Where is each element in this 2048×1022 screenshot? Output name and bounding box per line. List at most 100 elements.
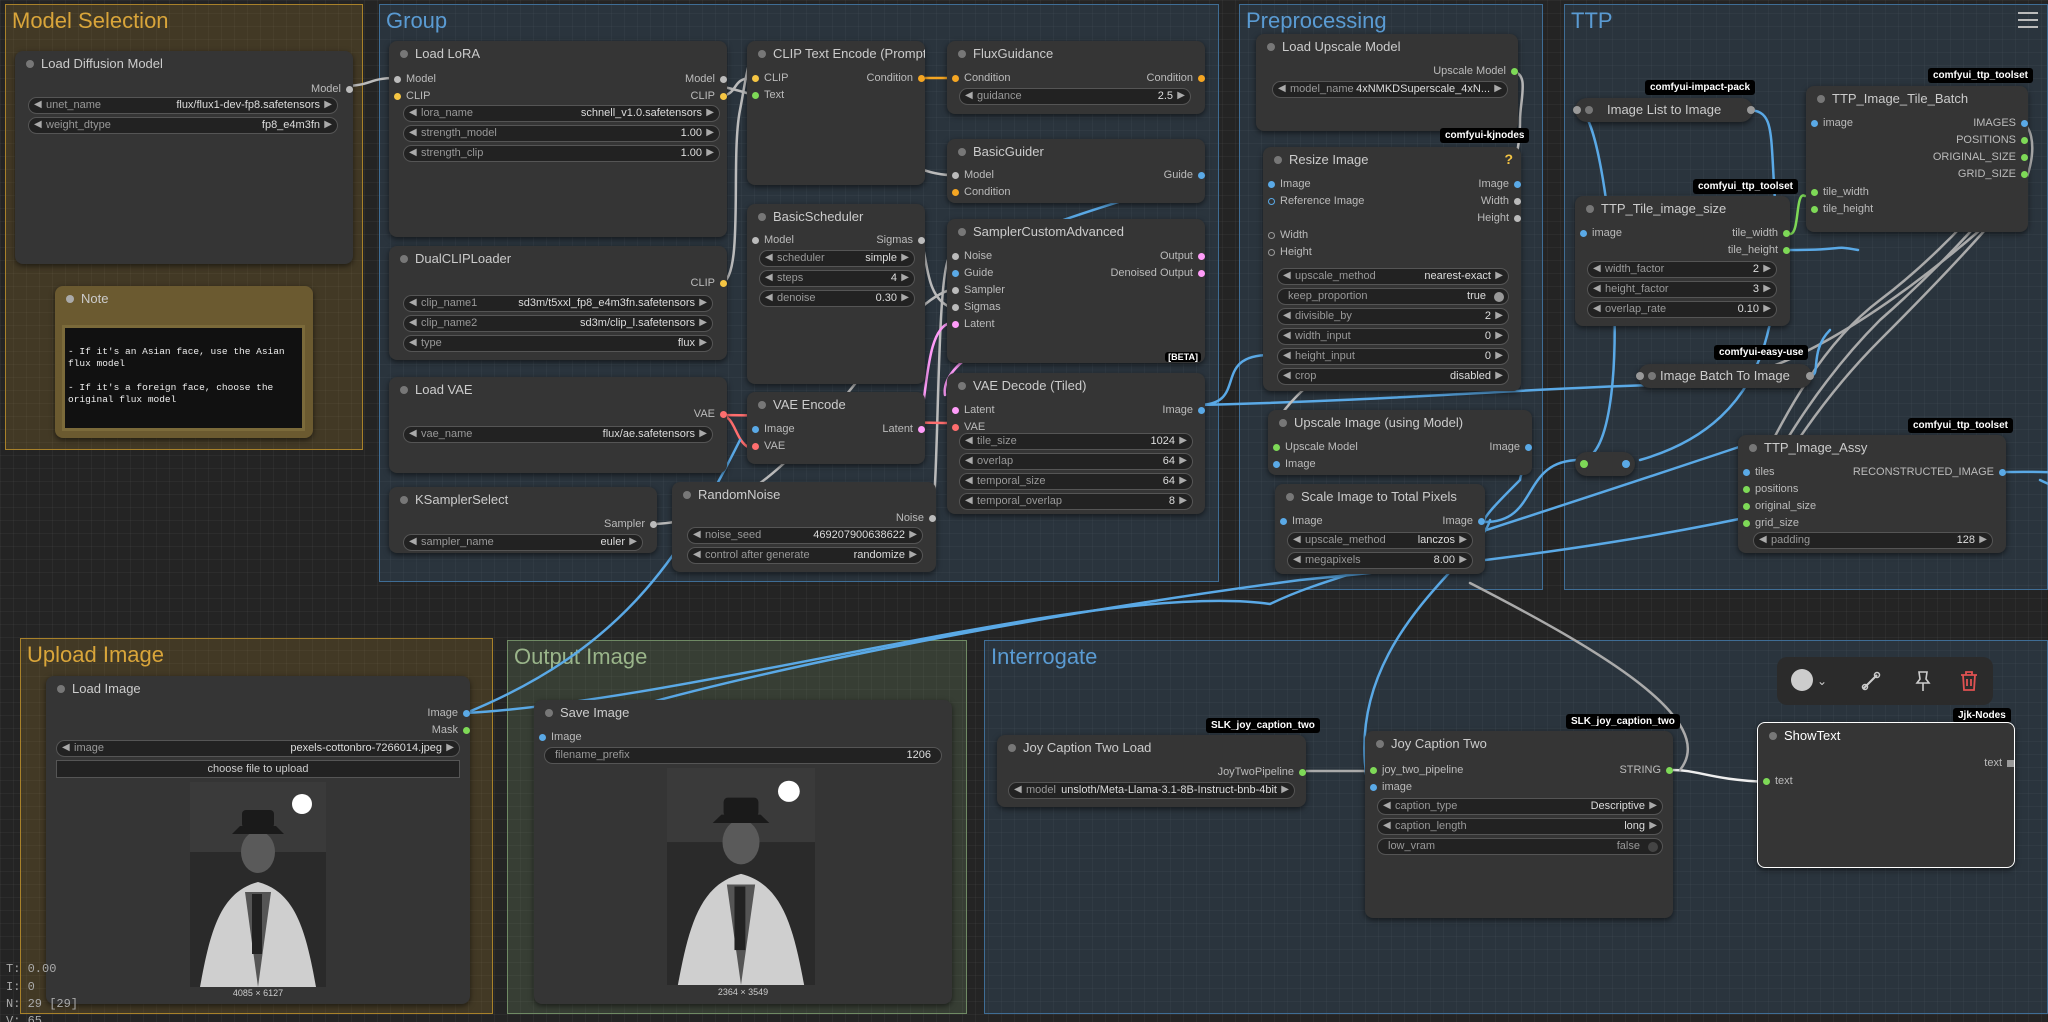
port-dot[interactable] [952, 424, 959, 431]
node-ksampler-select[interactable]: KSamplerSelect Sampler ◀ sampler_name eule… [389, 487, 657, 553]
widget-width-input[interactable]: ◀ width_input 0 ▶ [1277, 328, 1509, 345]
widget-control-after-generate[interactable]: ◀ control after generate randomize ▶ [687, 547, 923, 564]
toggle-knob-icon[interactable] [1494, 292, 1504, 302]
input-condition[interactable]: Condition [952, 186, 1010, 199]
input-guide[interactable]: Guide [952, 267, 993, 280]
port-dot[interactable] [1198, 253, 1205, 260]
node-load-image[interactable]: Load Image Image Mask ◀ image pexels-cotto… [46, 676, 470, 1004]
port-dot[interactable] [539, 734, 546, 741]
arrow-right-icon[interactable]: ▶ [1179, 455, 1187, 466]
widget-overlap-rate[interactable]: ◀ overlap_rate 0.10 ▶ [1587, 301, 1777, 318]
arrow-left-icon[interactable]: ◀ [409, 317, 417, 328]
widget-height-input[interactable]: ◀ height_input 0 ▶ [1277, 348, 1509, 365]
arrow-right-icon[interactable]: ▶ [1495, 310, 1503, 321]
widget-height-factor[interactable]: ◀ height_factor 3 ▶ [1587, 281, 1777, 298]
arrow-left-icon[interactable]: ◀ [409, 127, 417, 138]
port-dot[interactable] [1273, 461, 1280, 468]
arrow-right-icon[interactable]: ▶ [629, 536, 637, 547]
input-original-size[interactable]: original_size [1743, 500, 1816, 513]
output-noise[interactable]: Noise [896, 512, 936, 525]
widget-clip-name1[interactable]: ◀ clip_name1 sd3m/t5xxl_fp8_e4m3fn.safeten… [403, 295, 713, 312]
input-image[interactable]: Image [1268, 178, 1311, 191]
arrow-left-icon[interactable]: ◀ [965, 495, 973, 506]
arrow-left-icon[interactable]: ◀ [409, 147, 417, 158]
node-ttp-image-assy[interactable]: TTP_Image_Assy tiles positions original_… [1738, 435, 2006, 553]
arrow-right-icon[interactable]: ▶ [1649, 820, 1657, 831]
port-dot[interactable] [1514, 198, 1521, 205]
input-tiles[interactable]: tiles [1743, 466, 1775, 479]
output-sampler[interactable]: Sampler [604, 518, 657, 531]
node-flux-guidance[interactable]: FluxGuidance Condition Condition ◀ guidan… [947, 41, 1205, 114]
widget-overlap[interactable]: ◀ overlap 64 ▶ [959, 453, 1193, 470]
arrow-left-icon[interactable]: ◀ [765, 292, 773, 303]
port-dot[interactable] [1811, 120, 1818, 127]
node-sampler-custom-advanced[interactable]: SamplerCustomAdvanced Noise Guide Sample… [947, 219, 1205, 363]
help-icon[interactable]: ? [1504, 151, 1513, 167]
port-dot[interactable] [1743, 503, 1750, 510]
node-load-upscale-model[interactable]: Load Upscale Model Upscale Model ◀ model_… [1256, 34, 1518, 131]
port-dot[interactable] [1743, 520, 1750, 527]
widget-weight-dtype[interactable]: ◀ weight_dtype fp8_e4m3fn ▶ [28, 117, 338, 134]
input-positions[interactable]: positions [1743, 483, 1798, 496]
arrow-right-icon[interactable]: ▶ [1179, 435, 1187, 446]
port-dot[interactable] [952, 172, 959, 179]
port-dot[interactable] [1198, 407, 1205, 414]
port-dot[interactable] [1198, 172, 1205, 179]
node-basic-guider[interactable]: BasicGuider Model Condition Guide [947, 139, 1205, 203]
arrow-left-icon[interactable]: ◀ [1293, 534, 1301, 545]
node-save-image[interactable]: Save Image Image filename_prefix 1206 236… [534, 700, 952, 1004]
input-dot[interactable] [1573, 106, 1581, 114]
bypass-icon[interactable] [1859, 669, 1883, 693]
widget-caption-type[interactable]: ◀ caption_type Descriptive ▶ [1377, 798, 1663, 815]
widget-unet-name[interactable]: ◀ unet_name flux/flux1-dev-fp8.safetensors… [28, 97, 338, 114]
arrow-left-icon[interactable]: ◀ [409, 536, 417, 547]
input-latent[interactable]: Latent [952, 318, 995, 331]
port-dot[interactable] [463, 710, 470, 717]
port-dot[interactable] [1268, 249, 1275, 256]
node-basic-scheduler[interactable]: BasicScheduler Model Sigmas ◀ scheduler si… [747, 204, 925, 384]
output-image[interactable]: Image [1162, 404, 1205, 417]
input-tile-height[interactable]: tile_height [1811, 203, 1873, 216]
output-upscale-model[interactable]: Upscale Model [1433, 65, 1518, 78]
port-dot[interactable] [1811, 189, 1818, 196]
port-dot[interactable] [720, 411, 727, 418]
toggle-low-vram[interactable]: low_vram false [1377, 838, 1663, 855]
output-denoised[interactable]: Denoised Output [1110, 267, 1205, 280]
port-dot[interactable] [1514, 181, 1521, 188]
port-dot[interactable] [952, 253, 959, 260]
widget-strength-clip[interactable]: ◀ strength_clip 1.00 ▶ [403, 145, 720, 162]
port-dot[interactable] [720, 93, 727, 100]
widget-megapixels[interactable]: ◀ megapixels 8.00 ▶ [1287, 552, 1473, 569]
arrow-right-icon[interactable]: ▶ [1179, 475, 1187, 486]
port-dot[interactable] [1999, 469, 2006, 476]
output-width[interactable]: Width [1481, 195, 1521, 208]
widget-denoise[interactable]: ◀ denoise 0.30 ▶ [759, 290, 915, 307]
output-text[interactable]: text [1984, 757, 2014, 770]
port-dot[interactable] [1783, 247, 1790, 254]
widget-padding[interactable]: ◀ padding 128 ▶ [1753, 532, 1993, 549]
widget-steps[interactable]: ◀ steps 4 ▶ [759, 270, 915, 287]
arrow-left-icon[interactable]: ◀ [693, 529, 701, 540]
arrow-right-icon[interactable]: ▶ [901, 292, 909, 303]
arrow-left-icon[interactable]: ◀ [1593, 283, 1601, 294]
port-dot[interactable] [2021, 171, 2028, 178]
port-dot[interactable] [394, 93, 401, 100]
arrow-right-icon[interactable]: ▶ [901, 252, 909, 263]
arrow-right-icon[interactable]: ▶ [1649, 800, 1657, 811]
arrow-right-icon[interactable]: ▶ [446, 742, 454, 753]
port-dot[interactable] [1514, 215, 1521, 222]
output-dot[interactable] [1806, 372, 1814, 380]
input-latent[interactable]: Latent [952, 404, 995, 417]
output-output[interactable]: Output [1160, 250, 1205, 263]
arrow-left-icon[interactable]: ◀ [1278, 83, 1286, 94]
arrow-left-icon[interactable]: ◀ [409, 107, 417, 118]
widget-vae-name[interactable]: ◀ vae_name flux/ae.safetensors ▶ [403, 426, 713, 443]
node-show-text[interactable]: ShowText text text [1757, 722, 2015, 868]
port-dot[interactable] [2021, 154, 2028, 161]
input-image[interactable]: Image [1273, 458, 1316, 471]
port-dot[interactable] [720, 76, 727, 83]
port-dot[interactable] [1280, 518, 1287, 525]
port-dot[interactable] [1299, 769, 1306, 776]
widget-model-name[interactable]: ◀ model_name 4xNMKDSuperscale_4xN... ▶ [1272, 81, 1508, 98]
arrow-left-icon[interactable]: ◀ [965, 475, 973, 486]
